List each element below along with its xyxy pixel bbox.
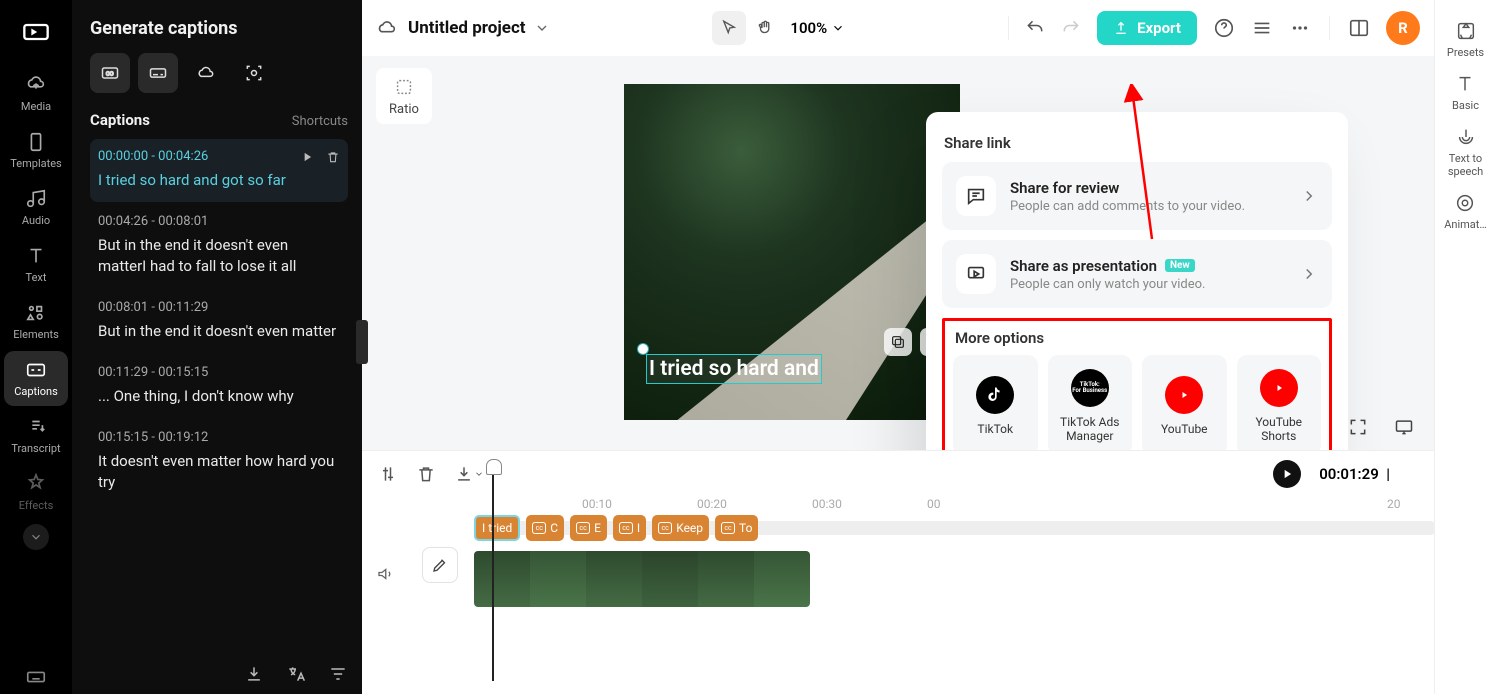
cc-button[interactable]: CC: [90, 53, 130, 93]
caption-item-2[interactable]: 00:08:01 - 00:11:29 But in the end it do…: [90, 290, 348, 353]
rrail-tts[interactable]: Text to speech: [1435, 126, 1496, 178]
download-timeline-icon[interactable]: [454, 464, 484, 484]
rrail-animation[interactable]: Animat…: [1444, 192, 1487, 231]
tile-tiktok[interactable]: TikTok: [953, 355, 1038, 450]
rail-captions[interactable]: Captions: [4, 351, 68, 406]
clip-0[interactable]: I tried: [474, 515, 520, 541]
highlighted-share-options: More options TikTok TikTok:For BusinessT…: [942, 318, 1332, 450]
caption-item-3[interactable]: 00:11:29 - 00:15:15 ... One thing, I don…: [90, 355, 348, 418]
timeline: 00:01:29 | 00:10 00:20 00:30 00 20 I tri…: [362, 450, 1434, 694]
play-icon[interactable]: [300, 150, 314, 164]
help-icon[interactable]: [1213, 17, 1235, 39]
play-button[interactable]: [1273, 460, 1301, 488]
caption-overlay[interactable]: I tried so hard and: [646, 354, 822, 384]
more-icon[interactable]: [1289, 17, 1311, 39]
pointer-tool[interactable]: [712, 11, 746, 45]
download-icon[interactable]: [244, 664, 264, 684]
clip-2[interactable]: ccE: [570, 515, 607, 541]
rail-keyboard[interactable]: [0, 666, 72, 688]
new-badge: New: [1165, 259, 1195, 272]
tile-youtube-shorts[interactable]: YouTube Shorts: [1237, 355, 1322, 450]
clip-5[interactable]: ccTo: [715, 515, 758, 541]
edit-track-button[interactable]: [422, 547, 458, 583]
rail-media[interactable]: Media: [4, 66, 68, 121]
rail-text[interactable]: Text: [4, 237, 68, 292]
caption-item-4[interactable]: 00:15:15 - 00:19:12 It doesn't even matt…: [90, 420, 348, 504]
zoom-level[interactable]: 100%: [790, 19, 845, 37]
stage: Ratio I tried so hard and Share link: [362, 56, 1434, 450]
project-title[interactable]: Untitled project: [408, 18, 550, 38]
video-track[interactable]: [474, 551, 810, 607]
split-icon[interactable]: [378, 464, 398, 484]
tile-youtube[interactable]: YouTube: [1142, 355, 1227, 450]
svg-text:CC: CC: [106, 72, 114, 78]
tiktok-icon: [976, 376, 1014, 414]
subtitle-button[interactable]: [138, 53, 178, 93]
clip-1[interactable]: ccC: [526, 515, 564, 541]
undo-icon[interactable]: [1025, 18, 1045, 38]
chevron-down-icon: [534, 20, 550, 36]
trash-icon[interactable]: [416, 464, 436, 484]
youtube-shorts-icon: [1260, 369, 1298, 407]
right-rail: Presets Basic Text to speech Animat…: [1434, 0, 1496, 694]
monitor-icon[interactable]: [1394, 417, 1414, 437]
tile-tiktok-ads[interactable]: TikTok:For BusinessTikTok Ads Manager: [1048, 355, 1133, 450]
share-as-presentation[interactable]: Share as presentationNewPeople can only …: [942, 240, 1332, 308]
panel-heading: Generate captions: [90, 18, 348, 39]
speaker-icon[interactable]: [376, 565, 394, 583]
filter-icon[interactable]: [328, 664, 348, 684]
rrail-basic[interactable]: Basic: [1452, 73, 1479, 112]
left-rail: Media Templates Audio Text Elements Capt…: [0, 0, 72, 694]
playhead[interactable]: [492, 473, 494, 681]
chevron-right-icon: [1300, 265, 1318, 283]
youtube-icon: [1165, 376, 1203, 414]
top-toolbar: Untitled project 100% Export: [362, 0, 1434, 56]
clip-4[interactable]: ccKeep: [652, 515, 709, 541]
capcut-logo[interactable]: [8, 8, 64, 56]
translate-icon[interactable]: [286, 664, 306, 684]
caption-item-1[interactable]: 00:04:26 - 00:08:01 But in the end it do…: [90, 204, 348, 288]
annotation-arrow-1: [1122, 84, 1162, 244]
rail-effects[interactable]: Effects: [4, 465, 68, 520]
rail-elements[interactable]: Elements: [4, 294, 68, 349]
fullscreen-icon[interactable]: [1348, 417, 1368, 437]
video-canvas[interactable]: I tried so hard and: [624, 84, 960, 420]
export-button[interactable]: Export: [1097, 11, 1197, 45]
more-options-heading: More options: [955, 329, 1321, 347]
tiktok-ads-icon: TikTok:For Business: [1071, 369, 1109, 407]
rail-more[interactable]: [23, 524, 49, 550]
panel-resize-handle[interactable]: [356, 320, 368, 364]
ratio-button[interactable]: Ratio: [376, 68, 432, 124]
captions-panel: Generate captions CC Captions Shortcuts …: [72, 0, 362, 694]
cloud-sync-icon[interactable]: [376, 17, 398, 39]
chevron-right-icon: [1300, 187, 1318, 205]
clip-3[interactable]: ccI: [613, 515, 646, 541]
time-display: 00:01:29 |: [1319, 465, 1390, 483]
redo-icon[interactable]: [1061, 18, 1081, 38]
rail-transcript[interactable]: Transcript: [4, 408, 68, 463]
cloud-button[interactable]: [186, 53, 226, 93]
scan-button[interactable]: [234, 53, 274, 93]
stack-icon[interactable]: [1251, 17, 1273, 39]
comment-icon: [956, 176, 996, 216]
panels-icon[interactable]: [1348, 17, 1370, 39]
caption-clips[interactable]: I tried ccC ccE ccI ccKeep ccTo: [474, 521, 758, 541]
section-title: Captions: [90, 111, 150, 129]
rrail-presets[interactable]: Presets: [1447, 20, 1484, 59]
caption-item-0[interactable]: 00:00:00 - 00:04:26 I tried so hard and …: [90, 139, 348, 202]
trash-icon[interactable]: [326, 150, 340, 164]
canvas-duplicate-icon[interactable]: [884, 328, 912, 356]
rail-audio[interactable]: Audio: [4, 180, 68, 235]
presentation-icon: [956, 254, 996, 294]
rail-templates[interactable]: Templates: [4, 123, 68, 178]
hand-tool[interactable]: [748, 11, 782, 45]
user-avatar[interactable]: R: [1386, 11, 1420, 45]
shortcuts-link[interactable]: Shortcuts: [292, 114, 348, 129]
